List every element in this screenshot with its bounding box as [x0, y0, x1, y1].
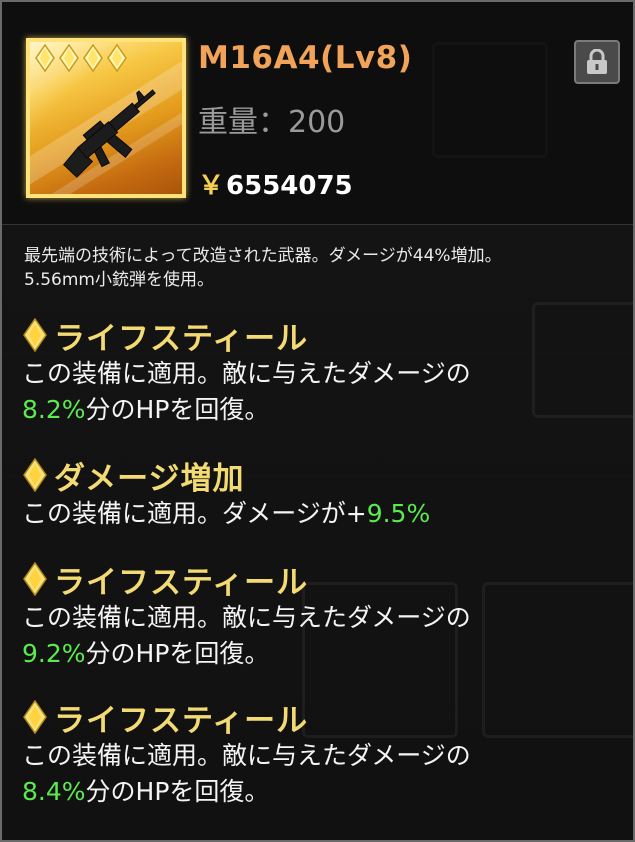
skill-name: ダメージ増加 — [54, 460, 245, 497]
rarity-gems — [34, 44, 128, 72]
skill-suffix: 分のHPを回復。 — [85, 777, 270, 806]
skill-text-line: 8.4%分のHPを回復。 — [22, 774, 622, 810]
skill-entry: ライフスティール この装備に適用。敵に与えたダメージの 8.2%分のHPを回復。 — [22, 314, 622, 428]
item-header: M16A4(Lv8) 重量：200 ￥6554075 — [2, 2, 633, 225]
item-description: 最先端の技術によって改造された武器。ダメージが44%増加。 5.56mm小銃弾を… — [24, 244, 624, 292]
skill-prefix: この装備に適用。ダメージが+ — [22, 499, 367, 528]
lock-button[interactable] — [574, 40, 620, 84]
skill-text-line: この装備に適用。ダメージが+9.5% — [22, 496, 622, 532]
rarity-gem-icon — [59, 44, 79, 72]
rarity-gem-icon — [35, 44, 55, 72]
skill-text-line: この装備に適用。敵に与えたダメージの — [22, 359, 471, 388]
skill-suffix: 分のHPを回復。 — [85, 395, 270, 424]
skill-value: 8.2% — [22, 395, 86, 424]
skill-text-line: 9.2%分のHPを回復。 — [22, 636, 622, 672]
item-price: ￥6554075 — [198, 165, 353, 202]
skill-gem-icon — [23, 318, 47, 352]
skill-suffix: 分のHPを回復。 — [85, 639, 270, 668]
skill-description: この装備に適用。敵に与えたダメージの 8.2%分のHPを回復。 — [22, 356, 622, 428]
rifle-icon — [63, 89, 156, 178]
skill-description: この装備に適用。ダメージが+9.5% — [22, 496, 622, 532]
skill-entry: ライフスティール この装備に適用。敵に与えたダメージの 8.4%分のHPを回復。 — [22, 696, 622, 810]
rarity-gem-icon — [107, 44, 127, 72]
lock-icon — [587, 49, 607, 74]
skill-text-line: 8.2%分のHPを回復。 — [22, 392, 622, 428]
description-line: 最先端の技術によって改造された武器。ダメージが44%増加。 — [24, 246, 502, 266]
skill-name: ライフスティール — [54, 702, 309, 739]
skill-text-line: この装備に適用。敵に与えたダメージの — [22, 603, 471, 632]
item-detail-panel: M16A4(Lv8) 重量：200 ￥6554075 最先端の技術によって改造さ… — [0, 0, 635, 842]
skill-text-line: この装備に適用。敵に与えたダメージの — [22, 741, 471, 770]
skill-header: ライフスティール — [22, 558, 622, 601]
skill-gem-icon — [23, 458, 47, 492]
skill-name: ライフスティール — [54, 320, 309, 357]
skill-value: 9.5% — [366, 499, 431, 528]
yen-icon: ￥ — [198, 171, 225, 201]
skill-value: 9.2% — [22, 639, 86, 668]
skill-name: ライフスティール — [54, 564, 309, 601]
skill-header: ライフスティール — [22, 696, 622, 739]
item-title: M16A4(Lv8) — [198, 40, 413, 76]
skill-gem-icon — [23, 700, 47, 734]
item-image-frame — [26, 38, 186, 198]
weight-value: 200 — [288, 105, 346, 140]
price-value: 6554075 — [226, 171, 353, 201]
skill-entry: ライフスティール この装備に適用。敵に与えたダメージの 9.2%分のHPを回復。 — [22, 558, 622, 672]
skill-value: 8.4% — [22, 777, 86, 806]
weight-label: 重量： — [198, 105, 288, 140]
description-line: 5.56mm小銃弾を使用。 — [24, 270, 214, 290]
item-weight: 重量：200 — [198, 97, 345, 141]
rarity-gem-icon — [83, 44, 103, 72]
skill-header: ライフスティール — [22, 314, 622, 357]
skill-gem-icon — [23, 562, 47, 596]
skill-header: ダメージ増加 — [22, 454, 622, 497]
skill-description: この装備に適用。敵に与えたダメージの 9.2%分のHPを回復。 — [22, 600, 622, 672]
skill-entry: ダメージ増加 この装備に適用。ダメージが+9.5% — [22, 454, 622, 532]
skill-description: この装備に適用。敵に与えたダメージの 8.4%分のHPを回復。 — [22, 738, 622, 810]
